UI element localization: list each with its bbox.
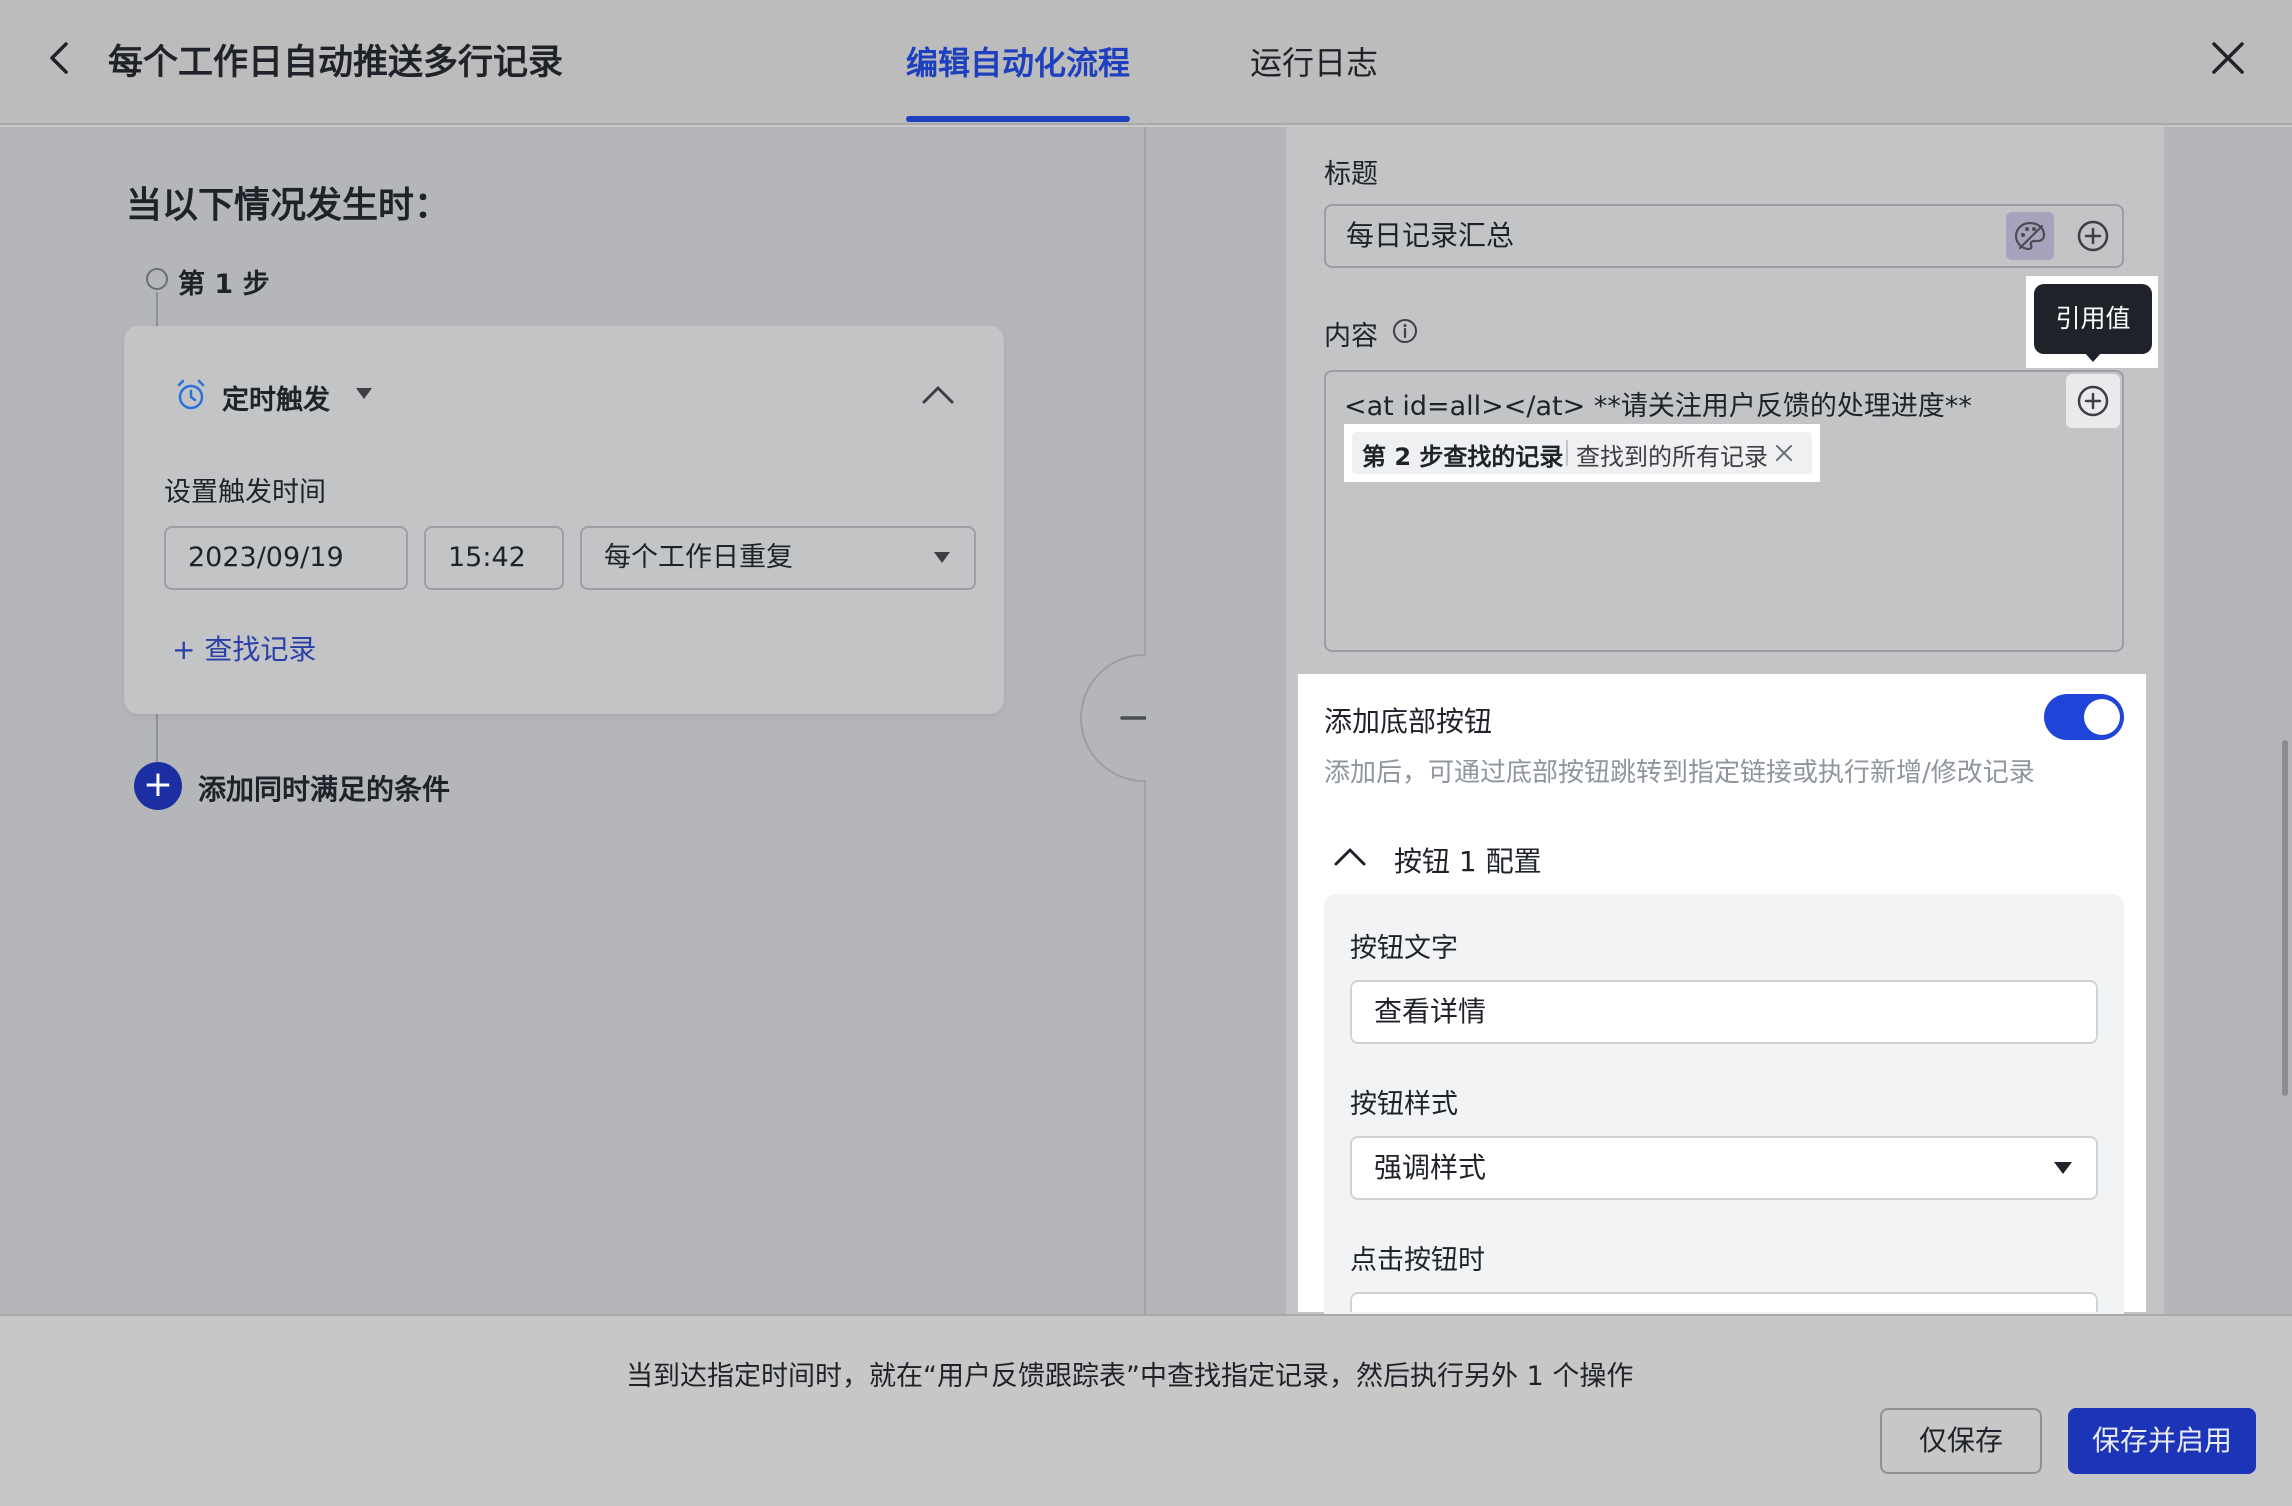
- tab-edit-flow[interactable]: 编辑自动化流程: [906, 38, 1130, 84]
- add-bottom-button-description: 添加后，可通过底部按钮跳转到指定链接或执行新增/修改记录: [1324, 758, 2035, 788]
- chevron-up-icon[interactable]: [1332, 842, 1368, 870]
- button-text-input[interactable]: 查看详情: [1350, 980, 2098, 1044]
- title-input[interactable]: 每日记录汇总: [1324, 204, 2124, 268]
- time-field[interactable]: 15:42: [424, 526, 564, 590]
- content-text: <at id=all></at> **请关注用户反馈的处理进度**: [1344, 391, 1972, 422]
- caret-down-icon[interactable]: [356, 388, 372, 399]
- x-icon[interactable]: [1772, 441, 1796, 465]
- save-only-button[interactable]: 仅保存: [1880, 1408, 2042, 1474]
- step-label: 第 1 步: [178, 269, 270, 300]
- date-field[interactable]: 2023/09/19: [164, 526, 408, 590]
- info-icon[interactable]: [1392, 318, 1418, 344]
- tooltip-tail: [2084, 352, 2102, 362]
- alarm-clock-icon: [177, 379, 205, 410]
- page-title: 每个工作日自动推送多行记录: [108, 43, 564, 83]
- find-record-link[interactable]: + 查找记录: [172, 628, 316, 668]
- back-icon[interactable]: [40, 38, 80, 78]
- on-click-select[interactable]: [1350, 1292, 2098, 1312]
- step-marker: [146, 268, 168, 290]
- tab-run-log[interactable]: 运行日志: [1250, 38, 1378, 84]
- plus-circle-icon[interactable]: [2076, 219, 2110, 253]
- scrollbar[interactable]: [2282, 740, 2288, 1096]
- palette-icon: [2014, 221, 2046, 251]
- toggle-knob: [2084, 699, 2120, 735]
- caret-down-icon[interactable]: [2054, 1162, 2072, 1174]
- chip-source: 第 2 步查找的记录: [1362, 443, 1564, 471]
- trigger-pane: [0, 127, 1144, 1314]
- content-label: 内容: [1324, 321, 1378, 352]
- close-icon[interactable]: [2206, 36, 2250, 80]
- when-section-title: 当以下情况发生时：: [126, 185, 451, 226]
- chip-separator: [1566, 440, 1568, 466]
- caret-down-icon[interactable]: [934, 552, 950, 563]
- plus-circle-icon[interactable]: [2076, 384, 2110, 418]
- on-click-label: 点击按钮时: [1350, 1245, 1485, 1276]
- tooltip: 引用值: [2034, 284, 2152, 354]
- save-and-enable-button[interactable]: 保存并启用: [2068, 1408, 2256, 1474]
- chip-field: 查找到的所有记录: [1576, 443, 1768, 471]
- set-time-label: 设置触发时间: [164, 477, 326, 508]
- button-config-header[interactable]: 按钮 1 配置: [1394, 840, 1542, 880]
- add-condition-label[interactable]: 添加同时满足的条件: [198, 768, 450, 808]
- flow-summary: 当到达指定时间时，就在“用户反馈跟踪表”中查找指定记录，然后执行另外 1 个操作: [626, 1361, 1634, 1392]
- button-text-label: 按钮文字: [1350, 933, 1458, 964]
- add-bottom-button-label: 添加底部按钮: [1324, 705, 1493, 738]
- add-condition-button[interactable]: +: [134, 762, 182, 810]
- trigger-type-label[interactable]: 定时触发: [222, 378, 330, 417]
- active-tab-indicator: [906, 116, 1130, 122]
- button-style-label: 按钮样式: [1350, 1089, 1458, 1120]
- repeat-select[interactable]: 每个工作日重复: [580, 526, 976, 590]
- button-style-select[interactable]: 强调样式: [1350, 1136, 2098, 1200]
- chevron-up-icon[interactable]: [920, 380, 956, 408]
- title-label: 标题: [1324, 159, 1378, 190]
